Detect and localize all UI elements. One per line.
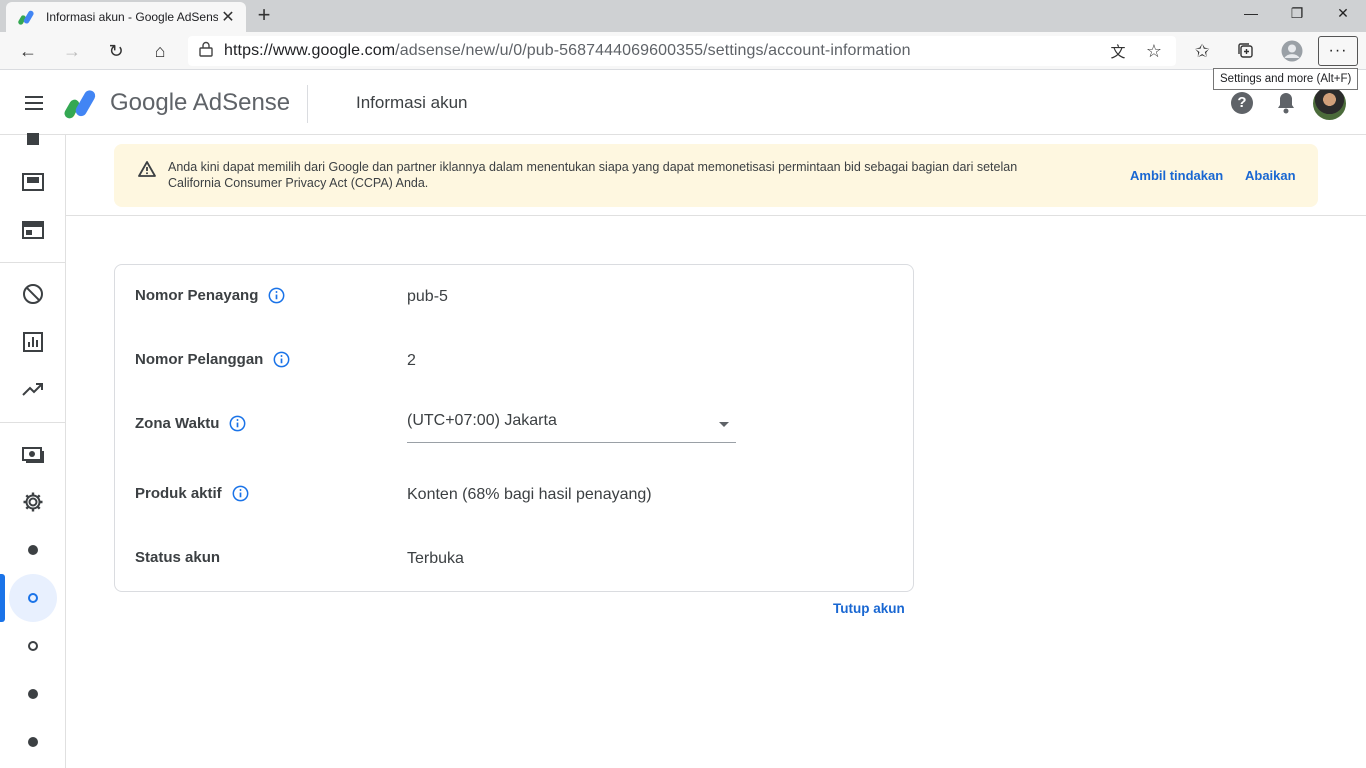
- left-rail: [0, 133, 66, 768]
- tab-close-icon[interactable]: ✕: [218, 7, 238, 27]
- help-icon[interactable]: ?: [1231, 92, 1253, 114]
- customer-id-value: 2: [407, 352, 416, 369]
- row-label-text: Produk aktif: [135, 485, 222, 502]
- row-label-text: Nomor Penayang: [135, 287, 259, 304]
- timezone-select[interactable]: (UTC+07:00) Jakarta: [407, 412, 736, 443]
- menu-icon[interactable]: [22, 91, 46, 115]
- minimize-icon[interactable]: —: [1228, 0, 1274, 28]
- submenu-ring-icon[interactable]: [9, 622, 57, 670]
- adsense-favicon-icon: [18, 10, 34, 25]
- header-divider: [307, 85, 308, 123]
- tab-title: Informasi akun - Google AdSense: [46, 10, 218, 24]
- payments-nav-icon[interactable]: [9, 430, 57, 478]
- take-action-button[interactable]: Ambil tindakan: [1130, 168, 1223, 183]
- banner-divider: [66, 215, 1366, 216]
- address-bar[interactable]: https://www.google.com/adsense/new/u/0/p…: [188, 36, 1176, 66]
- star-icon[interactable]: ☆: [1140, 37, 1168, 65]
- browser-tab[interactable]: Informasi akun - Google AdSense ✕: [6, 2, 246, 32]
- customer-id-label: Nomor Pelanggan: [135, 351, 290, 368]
- reports-nav-icon[interactable]: [9, 318, 57, 366]
- favorites-icon[interactable]: ✩: [1188, 37, 1216, 65]
- submenu-dot-icon[interactable]: [9, 670, 57, 718]
- active-product-value: Konten (68% bagi hasil penayang): [407, 486, 652, 503]
- active-nav-bar: [0, 574, 5, 622]
- submenu-dot-icon[interactable]: [9, 718, 57, 766]
- app-header: Google AdSense Informasi akun ?: [0, 71, 1366, 135]
- rail-divider: [0, 262, 65, 263]
- home-nav-icon[interactable]: [9, 115, 57, 163]
- close-account-link[interactable]: Tutup akun: [833, 601, 905, 616]
- back-icon[interactable]: ←: [14, 37, 42, 65]
- adsense-logo-icon: [64, 90, 96, 119]
- logo-text: Google AdSense: [110, 89, 291, 116]
- block-nav-icon[interactable]: [9, 270, 57, 318]
- url-path: /adsense/new/u/0/pub-5687444069600355/se…: [395, 42, 911, 59]
- tooltip: Settings and more (Alt+F): [1213, 68, 1359, 90]
- info-icon[interactable]: [229, 415, 246, 432]
- window-close-icon[interactable]: ✕: [1320, 0, 1366, 28]
- restore-icon[interactable]: ❐: [1274, 0, 1320, 28]
- timezone-label: Zona Waktu: [135, 415, 246, 432]
- more-icon[interactable]: ···: [1318, 36, 1358, 66]
- account-info-card: Nomor Penayang pub-5 Nomor Pelanggan 2 Z…: [114, 264, 914, 592]
- row-label-text: Zona Waktu: [135, 415, 220, 432]
- account-status-value: Terbuka: [407, 550, 464, 567]
- sites-nav-icon[interactable]: [9, 206, 57, 254]
- ccpa-banner: Anda kini dapat memilih dari Google dan …: [114, 144, 1318, 207]
- warning-icon: [138, 161, 156, 177]
- publisher-id-label: Nomor Penayang: [135, 287, 285, 304]
- url-text: https://www.google.com/adsense/new/u/0/p…: [224, 42, 911, 60]
- browser-tabstrip: Informasi akun - Google AdSense ✕ + — ❐ …: [0, 0, 1366, 32]
- dismiss-button[interactable]: Abaikan: [1245, 168, 1296, 183]
- active-product-label: Produk aktif: [135, 485, 249, 502]
- lock-icon[interactable]: [188, 41, 224, 62]
- timezone-value: (UTC+07:00) Jakarta: [407, 412, 557, 429]
- avatar[interactable]: [1313, 87, 1346, 120]
- rail-divider: [0, 422, 65, 423]
- browser-toolbar: ← → ↻ ⌂ https://www.google.com/adsense/n…: [0, 32, 1366, 70]
- banner-text: Anda kini dapat memilih dari Google dan …: [168, 160, 1018, 190]
- publisher-id-value: pub-5: [407, 288, 448, 305]
- info-icon[interactable]: [232, 485, 249, 502]
- row-label-text: Nomor Pelanggan: [135, 351, 264, 368]
- url-host: https://www.google.com: [224, 42, 396, 59]
- profile-icon[interactable]: [1278, 37, 1306, 65]
- info-icon[interactable]: [268, 287, 285, 304]
- translate-icon[interactable]: 文: [1104, 37, 1132, 65]
- home-icon[interactable]: ⌂: [146, 37, 174, 65]
- forward-icon[interactable]: →: [58, 37, 86, 65]
- info-icon[interactable]: [273, 351, 290, 368]
- dropdown-arrow-icon[interactable]: [719, 422, 729, 427]
- ads-nav-icon[interactable]: [9, 158, 57, 206]
- refresh-icon[interactable]: ↻: [102, 37, 130, 65]
- account-status-label: Status akun: [135, 549, 220, 566]
- row-label-text: Status akun: [135, 549, 221, 566]
- notifications-icon[interactable]: [1275, 91, 1297, 115]
- submenu-dot-icon[interactable]: [9, 526, 57, 574]
- page-title: Informasi akun: [356, 93, 468, 112]
- submenu-ring-active-icon[interactable]: [9, 574, 57, 622]
- settings-nav-icon[interactable]: [9, 478, 57, 526]
- collections-icon[interactable]: [1232, 37, 1260, 65]
- new-tab-icon[interactable]: +: [252, 4, 276, 28]
- trending-nav-icon[interactable]: [9, 366, 57, 414]
